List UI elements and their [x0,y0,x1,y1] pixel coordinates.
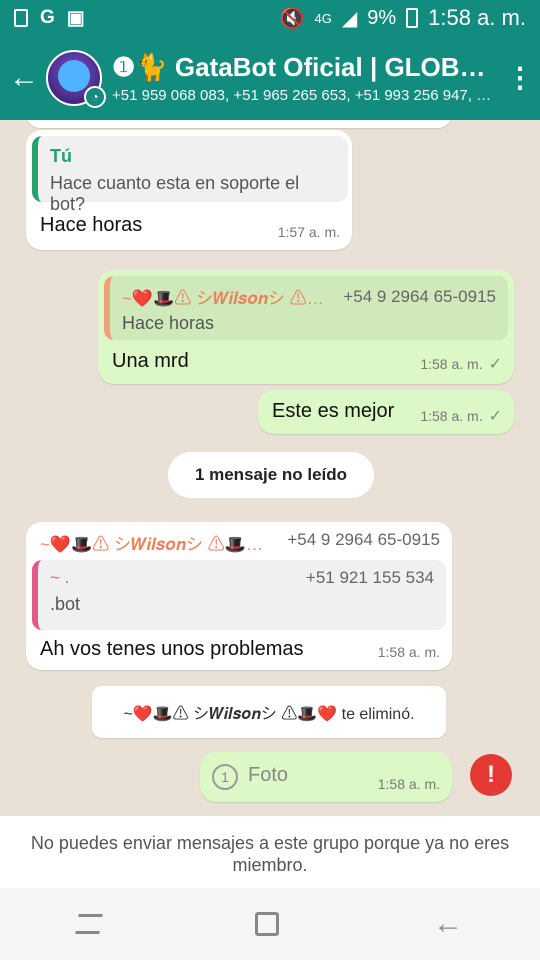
cat-avatar-image [58,60,90,92]
message-time: 1:57 a. m. [277,224,340,240]
sent-check-icon: ✓ [488,408,502,425]
send-failed-icon[interactable]: ! [470,754,512,796]
message-bubble-outgoing[interactable]: Este es mejor 1:58 a. m. ✓ [258,390,514,434]
sender-phone: +54 9 2964 65-0915 [287,530,440,549]
message-bubble-partial [26,120,452,128]
message-time-label: 1:58 a. m. [420,356,483,372]
quote-text: Hace horas [122,313,215,333]
unread-messages-divider: 1 mensaje no leído [168,452,374,498]
chat-area[interactable]: Tú Hace cuanto esta en soporte el bot? H… [0,120,540,816]
message-bubble-incoming[interactable]: Tú Hace cuanto esta en soporte el bot? H… [26,130,352,250]
image-icon: ▣ [66,7,85,29]
system-navigation-bar: ← [0,888,540,960]
not-member-notice: No puedes enviar mensajes a este grupo p… [0,816,540,888]
quote-text: .bot [50,594,81,614]
view-once-icon: 1 [212,764,238,790]
timer-icon: ◔ [84,86,106,108]
notification-icon [14,9,28,27]
message-text: Este es mejor [272,400,395,422]
quoted-message[interactable]: Tú Hace cuanto esta en soporte el bot? [32,136,348,214]
more-options-icon[interactable]: ⋮ [500,64,540,92]
status-bar: G ▣ 🔇 4G ◢ 9% 1:58 a. m. [0,0,540,36]
battery-percentage: 9% [367,6,397,29]
quote-author: ~ . [50,568,70,587]
signal-icon: ◢ [341,7,358,30]
group-title: ❶🐈 GataBot Oficial | GLOB… [112,52,486,82]
chat-header: ← ◔ ❶🐈 GataBot Oficial | GLOB… +51 959 0… [0,36,540,120]
message-bubble-incoming[interactable]: ~❤️🎩⚠ シ𝑾𝒊𝒍𝒔𝒐𝒏シ ⚠🎩… +54 9 2964 65-0915 ~ … [26,522,452,670]
chat-title-area[interactable]: ❶🐈 GataBot Oficial | GLOB… +51 959 068 0… [112,52,492,104]
message-time: 1:58 a. m. ✓ [420,354,502,374]
message-time: 1:58 a. m. ✓ [420,406,502,426]
mute-icon: 🔇 [279,7,305,30]
group-members: +51 959 068 083, +51 965 265 653, +51 99… [112,87,492,104]
quote-phone: +51 921 155 534 [305,568,434,587]
back-arrow-icon[interactable]: ← [2,63,46,93]
quoted-message[interactable]: ~❤️🎩⚠ シ𝑾𝒊𝒍𝒔𝒐𝒏シ ⚠… +54 9 2964 65-0915 Hac… [104,276,508,340]
message-text: Ah vos tenes unos problemas [40,638,304,660]
quote-phone: +54 9 2964 65-0915 [343,286,496,306]
back-icon[interactable]: ← [433,907,463,941]
system-message-removed: ~❤️🎩⚠ シ𝑾𝒊𝒍𝒔𝒐𝒏シ ⚠🎩❤️ te eliminó. [92,686,446,738]
google-icon: G [40,7,55,28]
message-text: Hace horas [40,214,143,236]
message-time: 1:58 a. m. [377,644,440,660]
message-time-label: 1:58 a. m. [420,408,483,424]
group-avatar[interactable]: ◔ [46,50,106,108]
signal-label: 4G [314,10,332,26]
quoted-message[interactable]: ~ . +51 921 155 534 .bot [32,560,446,630]
quote-author: ~❤️🎩⚠ シ𝑾𝒊𝒍𝒔𝒐𝒏シ ⚠… [122,289,324,308]
sent-check-icon: ✓ [488,356,502,373]
sender-name[interactable]: ~❤️🎩⚠ シ𝑾𝒊𝒍𝒔𝒐𝒏シ ⚠🎩… [40,530,263,555]
message-bubble-outgoing-photo[interactable]: 1 Foto 1:58 a. m. [200,752,452,802]
message-bubble-outgoing[interactable]: ~❤️🎩⚠ シ𝑾𝒊𝒍𝒔𝒐𝒏シ ⚠… +54 9 2964 65-0915 Hac… [98,270,514,384]
message-text: Foto [248,764,289,786]
recent-apps-icon[interactable] [75,914,103,934]
quote-text: Hace cuanto esta en soporte el bot? [50,173,300,214]
home-icon[interactable] [255,912,279,936]
message-text: Una mrd [112,350,189,372]
quote-author: Tú [50,146,72,166]
message-time: 1:58 a. m. [377,776,440,792]
clock: 1:58 a. m. [428,5,526,30]
battery-icon [406,8,419,28]
